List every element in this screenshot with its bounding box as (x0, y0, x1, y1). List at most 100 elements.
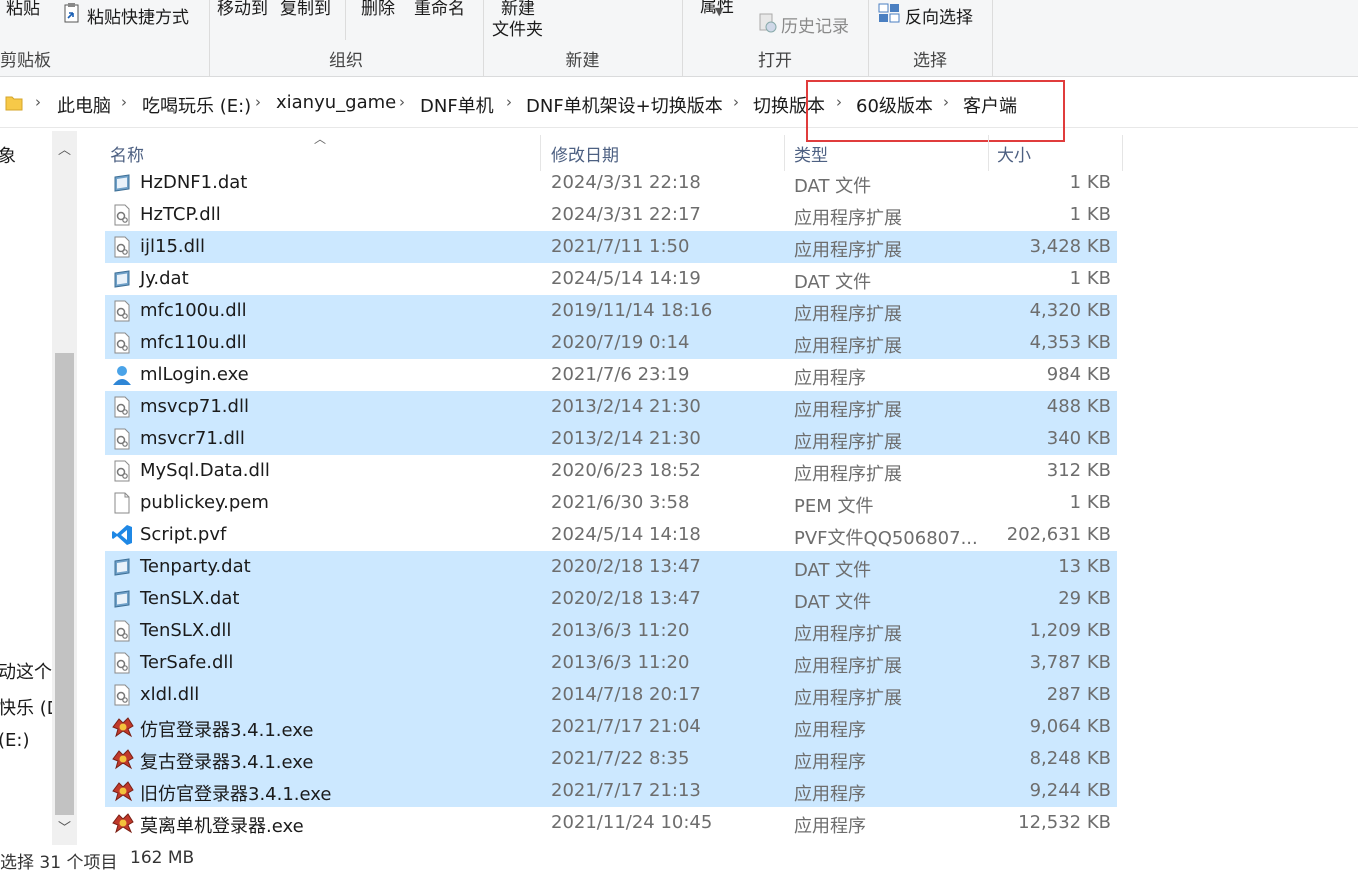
file-row[interactable]: 仿官登录器3.4.1.exe 2021/7/17 21:04 应用程序 9,064 K… (105, 711, 1117, 743)
file-size: 202,631 KB (1006, 524, 1111, 545)
invert-selection-button[interactable]: 反向选择 (905, 3, 973, 28)
breadcrumb-separator: › (399, 93, 405, 111)
file-date: 2020/2/18 13:47 (551, 588, 701, 609)
file-row[interactable]: HzTCP.dll 2024/3/31 22:17 应用程序扩展 1 KB (105, 199, 1117, 231)
file-row[interactable]: Script.pvf 2024/5/14 14:18 PVF文件QQ506807..… (105, 519, 1117, 551)
file-date: 2020/6/23 18:52 (551, 460, 701, 481)
breadcrumb-dnf-setup[interactable]: DNF单机架设+切换版本 (526, 92, 723, 118)
file-row[interactable]: ijl15.dll 2021/7/11 1:50 应用程序扩展 3,428 KB (105, 231, 1117, 263)
file-name: 旧仿官登录器3.4.1.exe (140, 784, 332, 805)
file-row[interactable]: 旧仿官登录器3.4.1.exe 2021/7/17 21:13 应用程序 9,244 … (105, 775, 1117, 807)
file-date: 2024/3/31 22:17 (551, 204, 701, 225)
game-exe-icon (111, 716, 134, 738)
file-row[interactable]: msvcr71.dll 2013/2/14 21:30 应用程序扩展 340 KB (105, 423, 1117, 455)
status-selection-size: 162 MB (130, 848, 195, 868)
nav-item-partial[interactable]: 动这个 (0, 658, 52, 684)
breadcrumb-dnf[interactable]: DNF单机 (420, 92, 494, 118)
file-row[interactable]: Jy.dat 2024/5/14 14:19 DAT 文件 1 KB (105, 263, 1117, 295)
breadcrumb-drive-e[interactable]: 吃喝玩乐 (E:) (142, 92, 251, 118)
properties-dropdown-icon[interactable]: ▼ (715, 5, 723, 18)
file-date: 2021/7/17 21:04 (551, 716, 701, 737)
file-size: 1 KB (1069, 492, 1111, 513)
history-icon (758, 12, 778, 38)
file-date: 2024/3/31 22:18 (551, 172, 701, 193)
file-date: 2013/6/3 11:20 (551, 652, 690, 673)
folder-icon (4, 93, 24, 117)
copy-to-button[interactable]: 复制到 (280, 0, 331, 19)
nav-scrollbar[interactable]: ︿ ﹀ (52, 131, 77, 845)
breadcrumb-xianyu-game[interactable]: xianyu_game (276, 92, 396, 113)
delete-button[interactable]: 删除 (361, 0, 395, 19)
column-divider[interactable] (540, 135, 541, 171)
file-size: 1 KB (1069, 268, 1111, 289)
file-type: 应用程序 (794, 784, 866, 805)
paste-button[interactable]: 粘贴 (6, 0, 40, 19)
scroll-down-icon[interactable]: ﹀ (58, 817, 71, 836)
dll-icon (111, 460, 133, 482)
file-row[interactable]: xldl.dll 2014/7/18 20:17 应用程序扩展 287 KB (105, 679, 1117, 711)
file-row[interactable]: MySql.Data.dll 2020/6/23 18:52 应用程序扩展 312 K… (105, 455, 1117, 487)
sort-up-icon: ︿ (314, 132, 327, 146)
nav-item-drive-e[interactable]: (E:) (0, 730, 29, 751)
file-type: 应用程序扩展 (794, 400, 902, 421)
file-row[interactable]: TerSafe.dll 2013/6/3 11:20 应用程序扩展 3,787 KB (105, 647, 1117, 679)
file-row[interactable]: mfc110u.dll 2020/7/19 0:14 应用程序扩展 4,353 KB (105, 327, 1117, 359)
file-type: 应用程序扩展 (794, 304, 902, 325)
user-icon (111, 364, 133, 386)
file-date: 2021/7/22 8:35 (551, 748, 690, 769)
file-type: 应用程序扩展 (794, 240, 902, 261)
file-row[interactable]: publickey.pem 2021/6/30 3:58 PEM 文件 1 KB (105, 487, 1117, 519)
group-label-new: 新建 (565, 51, 600, 71)
file-type: 应用程序 (794, 752, 866, 773)
file-date: 2021/11/24 10:45 (551, 812, 713, 833)
ribbon-group-open: 属性 ▼ 历史记录 打开 (682, 0, 869, 76)
status-selection-count: 选择 31 个项目 (0, 853, 118, 873)
file-row[interactable]: HzDNF1.dat 2024/3/31 22:18 DAT 文件 1 KB (105, 167, 1117, 199)
file-size: 29 KB (1058, 588, 1111, 609)
game-exe-icon (111, 748, 134, 770)
file-type: 应用程序扩展 (794, 656, 902, 677)
file-type: 应用程序 (794, 816, 866, 837)
breadcrumb-this-pc[interactable]: 此电脑 (57, 92, 111, 118)
group-label-organize: 组织 (329, 51, 363, 71)
file-date: 2020/7/19 0:14 (551, 332, 690, 353)
file-name: ijl15.dll (140, 236, 206, 257)
file-row[interactable]: TenSLX.dll 2013/6/3 11:20 应用程序扩展 1,209 KB (105, 615, 1117, 647)
file-row[interactable]: msvcp71.dll 2013/2/14 21:30 应用程序扩展 488 KB (105, 391, 1117, 423)
scrollbar-thumb[interactable] (55, 353, 74, 815)
ribbon-group-clipboard: 粘贴 粘贴快捷方式 剪贴板 (0, 0, 210, 76)
file-type: 应用程序 (794, 720, 866, 741)
ribbon: 粘贴 粘贴快捷方式 剪贴板 移动到 复制到 删除 重命名 组织 新建 文件夹 新… (0, 0, 1358, 77)
file-row[interactable]: TenSLX.dat 2020/2/18 13:47 DAT 文件 29 KB (105, 583, 1117, 615)
file-type: 应用程序扩展 (794, 464, 902, 485)
paste-shortcut-icon (63, 3, 81, 29)
file-date: 2019/11/14 18:16 (551, 300, 713, 321)
dll-icon (111, 396, 133, 418)
rename-button[interactable]: 重命名 (414, 0, 465, 19)
nav-item-drive-d[interactable]: 快乐 (D (0, 694, 52, 720)
history-button[interactable]: 历史记录 (781, 12, 849, 37)
file-row[interactable]: Tenparty.dat 2020/2/18 13:47 DAT 文件 13 KB (105, 551, 1117, 583)
file-row[interactable]: 复古登录器3.4.1.exe 2021/7/22 8:35 应用程序 8,248 KB (105, 743, 1117, 775)
nav-item-partial[interactable]: 象 (0, 142, 16, 168)
divider (345, 0, 346, 40)
move-to-button[interactable]: 移动到 (217, 0, 268, 19)
file-name: mfc100u.dll (140, 300, 247, 321)
column-divider[interactable] (784, 135, 785, 171)
file-row[interactable]: mfc100u.dll 2019/11/14 18:16 应用程序扩展 4,320 K… (105, 295, 1117, 327)
file-row[interactable]: mlLogin.exe 2021/7/6 23:19 应用程序 984 KB (105, 359, 1117, 391)
file-name: 仿官登录器3.4.1.exe (140, 720, 314, 741)
address-bar[interactable]: › 此电脑 › 吃喝玩乐 (E:) › xianyu_game › DNF单机 … (0, 79, 1358, 128)
paste-shortcut-button[interactable]: 粘贴快捷方式 (87, 3, 189, 28)
new-folder-button-line2[interactable]: 文件夹 (492, 15, 543, 40)
file-size: 1 KB (1069, 204, 1111, 225)
file-name: Jy.dat (140, 268, 189, 289)
file-size: 9,064 KB (1029, 716, 1111, 737)
column-divider[interactable] (988, 135, 989, 171)
file-row[interactable]: 莫离单机登录器.exe 2021/11/24 10:45 应用程序 12,532 KB (105, 807, 1117, 839)
column-divider[interactable] (1122, 135, 1123, 171)
file-date: 2014/7/18 20:17 (551, 684, 701, 705)
scroll-up-icon[interactable]: ︿ (58, 139, 71, 158)
breadcrumb-separator: › (35, 93, 41, 111)
file-name: TenSLX.dll (140, 620, 232, 641)
